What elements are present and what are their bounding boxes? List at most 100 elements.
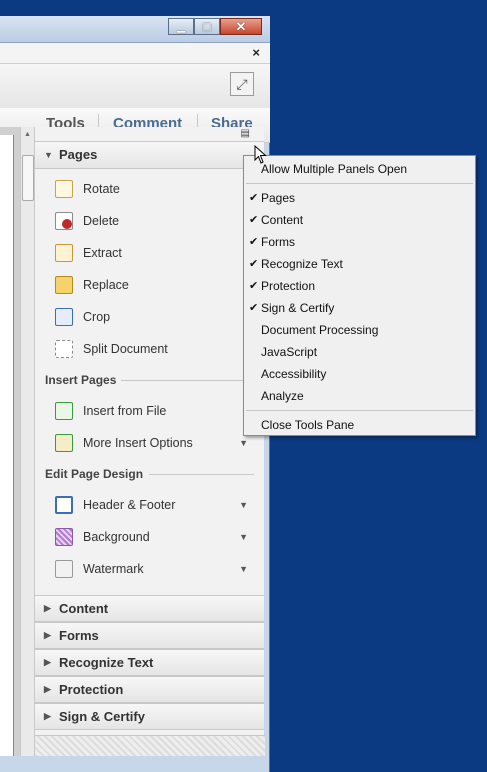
- dropdown-arrow-icon[interactable]: ▼: [239, 489, 248, 521]
- menu-item-allow-multiple-panels[interactable]: Allow Multiple Panels Open: [244, 158, 475, 180]
- checkmark-icon: ✔: [249, 214, 259, 226]
- pane-scrollbar[interactable]: ▲: [20, 127, 34, 756]
- section-recognize-text-header[interactable]: ▶ Recognize Text: [35, 649, 264, 676]
- toolbar: ⤢: [0, 64, 270, 109]
- section-title: Recognize Text: [59, 655, 154, 670]
- checkmark-icon: ✔: [249, 302, 259, 314]
- tool-replace[interactable]: Replace: [35, 269, 264, 301]
- dropdown-arrow-icon[interactable]: ▼: [239, 521, 248, 553]
- menu-item-protection[interactable]: ✔ Protection: [244, 275, 475, 297]
- crop-icon: [55, 308, 73, 326]
- tool-label: Rotate: [83, 182, 120, 196]
- maximize-icon: ▢: [201, 21, 213, 33]
- menu-item-sign-certify[interactable]: ✔ Sign & Certify: [244, 297, 475, 319]
- section-forms-header[interactable]: ▶ Forms: [35, 622, 264, 649]
- section-title: Forms: [59, 628, 99, 643]
- menu-item-pages[interactable]: ✔ Pages: [244, 187, 475, 209]
- edit-page-design-heading: Edit Page Design: [35, 459, 264, 489]
- section-sign-certify-header[interactable]: ▶ Sign & Certify: [35, 703, 264, 730]
- menu-item-label: JavaScript: [261, 345, 318, 359]
- menu-item-label: Allow Multiple Panels Open: [261, 162, 408, 176]
- checkmark-icon: ✔: [249, 236, 259, 248]
- document-view: [0, 127, 20, 756]
- divider: [149, 474, 254, 475]
- window-controls: ▁ ▢ ✕: [168, 18, 262, 35]
- menu-item-label: Close Tools Pane: [261, 418, 355, 432]
- menu-item-label: Accessibility: [261, 367, 327, 381]
- subheading-label: Insert Pages: [45, 373, 117, 387]
- tool-split-document[interactable]: Split Document: [35, 333, 264, 365]
- checkmark-icon: ✔: [249, 280, 259, 292]
- tool-rotate[interactable]: Rotate: [35, 173, 264, 205]
- tool-header-footer[interactable]: Header & Footer ▼: [35, 489, 264, 521]
- tool-label: Split Document: [83, 342, 168, 356]
- tool-label: Delete: [83, 214, 120, 228]
- divider: [121, 380, 254, 381]
- panels-context-menu: Allow Multiple Panels Open ✔ Pages ✔ Conte…: [243, 155, 476, 436]
- section-title: Pages: [59, 147, 98, 162]
- menu-item-accessibility[interactable]: Accessibility: [244, 363, 475, 385]
- tools-pane: ▤ ▼ Pages Rotate Delete Extract Replace …: [34, 127, 265, 756]
- expand-button[interactable]: ⤢: [230, 72, 254, 96]
- menu-item-analyze[interactable]: Analyze: [244, 385, 475, 407]
- header-footer-icon: [55, 496, 73, 514]
- minimize-icon: ▁: [176, 21, 186, 33]
- close-icon: ✕: [235, 18, 247, 34]
- background-icon: [55, 528, 73, 546]
- expand-icon: ⤢: [236, 75, 248, 92]
- menu-item-javascript[interactable]: JavaScript: [244, 341, 475, 363]
- collapse-arrow-icon: ▼: [44, 150, 53, 160]
- replace-icon: [55, 276, 73, 294]
- extract-icon: [55, 244, 73, 262]
- rotate-icon: [55, 180, 73, 198]
- close-button[interactable]: ✕: [220, 18, 262, 35]
- menu-item-label: Pages: [261, 191, 296, 205]
- tool-more-insert-options[interactable]: More Insert Options ▼: [35, 427, 264, 459]
- menu-item-forms[interactable]: ✔ Forms: [244, 231, 475, 253]
- menu-item-recognize-text[interactable]: ✔ Recognize Text: [244, 253, 475, 275]
- dropdown-arrow-icon[interactable]: ▼: [239, 553, 248, 585]
- menu-item-close-tools-pane[interactable]: Close Tools Pane: [244, 414, 475, 436]
- menu-item-label: Forms: [261, 235, 295, 249]
- menu-item-label: Document Processing: [261, 323, 379, 337]
- section-pages-header[interactable]: ▼ Pages: [35, 141, 264, 169]
- pages-tools-list: Rotate Delete Extract Replace Crop Split…: [35, 169, 264, 365]
- menu-separator: [246, 183, 473, 184]
- document-page: [0, 135, 14, 756]
- scroll-up-icon[interactable]: ▲: [24, 131, 31, 138]
- scrollbar-thumb[interactable]: [22, 155, 34, 201]
- menu-separator: [246, 410, 473, 411]
- checkmark-icon: ✔: [249, 192, 259, 204]
- close-document-button[interactable]: ×: [252, 45, 260, 60]
- tool-crop[interactable]: Crop: [35, 301, 264, 333]
- tool-label: Header & Footer: [83, 498, 176, 512]
- menu-item-document-processing[interactable]: Document Processing: [244, 319, 475, 341]
- document-bar: ×: [0, 43, 270, 64]
- tool-insert-from-file[interactable]: Insert from File: [35, 395, 264, 427]
- menu-item-content[interactable]: ✔ Content: [244, 209, 475, 231]
- tool-background[interactable]: Background ▼: [35, 521, 264, 553]
- tool-delete[interactable]: Delete: [35, 205, 264, 237]
- section-title: Sign & Certify: [59, 709, 145, 724]
- watermark-icon: [55, 560, 73, 578]
- tool-label: Insert from File: [83, 404, 167, 418]
- mouse-cursor-icon: [254, 145, 267, 164]
- maximize-button[interactable]: ▢: [194, 18, 220, 35]
- insert-file-icon: [55, 402, 73, 420]
- menu-item-label: Analyze: [261, 389, 304, 403]
- panel-options-icon[interactable]: ▤: [241, 128, 250, 139]
- expand-arrow-icon: ▶: [44, 630, 51, 640]
- section-content-header[interactable]: ▶ Content: [35, 595, 264, 622]
- more-insert-icon: [55, 434, 73, 452]
- expand-arrow-icon: ▶: [44, 657, 51, 667]
- pane-header: ▤: [35, 127, 264, 141]
- tool-label: Replace: [83, 278, 129, 292]
- checkmark-icon: ✔: [249, 258, 259, 270]
- expand-arrow-icon: ▶: [44, 684, 51, 694]
- tool-watermark[interactable]: Watermark ▼: [35, 553, 264, 585]
- section-protection-header[interactable]: ▶ Protection: [35, 676, 264, 703]
- tool-extract[interactable]: Extract: [35, 237, 264, 269]
- minimize-button[interactable]: ▁: [168, 18, 194, 35]
- tool-label: Watermark: [83, 562, 144, 576]
